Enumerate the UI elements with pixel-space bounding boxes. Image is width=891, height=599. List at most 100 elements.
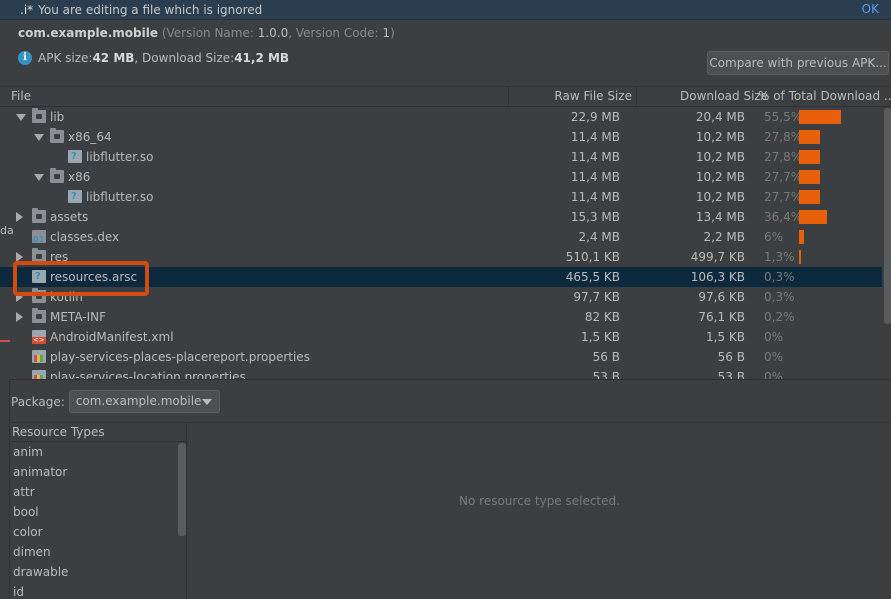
expand-arrow-icon[interactable]: [34, 134, 44, 141]
table-row[interactable]: libflutter.so 11,4 MB 10,2 MB 27,7%: [0, 187, 882, 207]
left-edge-fragment: da: [0, 224, 14, 237]
table-row[interactable]: lib 22,9 MB 20,4 MB 55,5%: [0, 107, 882, 127]
unknown-file-icon: [32, 270, 46, 283]
file-type-label: .i*: [20, 2, 34, 17]
row-raw-size: 15,3 MB: [570, 210, 620, 224]
size-line: i APK size: 42 MB, Download Size: 41,2 M…: [18, 51, 289, 65]
row-percent-bar: [799, 150, 820, 164]
collapse-arrow-icon[interactable]: [16, 312, 23, 322]
panel-divider[interactable]: [10, 379, 891, 380]
row-raw-size: 97,7 KB: [573, 290, 620, 304]
table-row[interactable]: play-services-places-placereport.propert…: [0, 347, 882, 367]
resource-type-item[interactable]: dimen: [10, 542, 186, 562]
table-row[interactable]: x86_64 11,4 MB 10,2 MB 27,8%: [0, 127, 882, 147]
row-download-size: 13,4 MB: [695, 210, 745, 224]
table-row[interactable]: res 510,1 KB 499,7 KB 1,3%: [0, 247, 882, 267]
row-percent-bar: [799, 130, 820, 144]
row-file-name: META-INF: [50, 310, 107, 324]
row-file-name: kotlin: [50, 290, 83, 304]
row-raw-size: 2,4 MB: [578, 230, 620, 244]
row-download-size: 10,2 MB: [695, 150, 745, 164]
package-dropdown[interactable]: com.example.mobile: [68, 390, 220, 413]
row-download-size: 97,6 KB: [698, 290, 745, 304]
row-percent-bar: [799, 250, 801, 264]
resource-type-item[interactable]: animator: [10, 462, 186, 482]
info-icon: i: [18, 51, 32, 65]
left-edge-marker: [0, 340, 10, 342]
row-file-name: AndroidManifest.xml: [50, 330, 174, 344]
row-percent: 1,3%: [764, 250, 795, 264]
table-row[interactable]: x86 11,4 MB 10,2 MB 27,7%: [0, 167, 882, 187]
row-file-name: lib: [50, 110, 65, 124]
folder-icon: [32, 308, 46, 323]
left-gutter: [0, 380, 10, 599]
compare-apk-button[interactable]: Compare with previous APK...: [707, 51, 889, 75]
apk-size: 42 MB: [92, 51, 135, 65]
table-row[interactable]: assets 15,3 MB 13,4 MB 36,4%: [0, 207, 882, 227]
resource-type-item[interactable]: bool: [10, 502, 186, 522]
row-percent: 27,7%: [764, 170, 803, 184]
row-download-size: 76,1 KB: [698, 310, 745, 324]
resource-type-item[interactable]: anim: [10, 442, 186, 462]
expand-arrow-icon[interactable]: [34, 174, 44, 181]
collapse-arrow-icon[interactable]: [16, 212, 23, 222]
column-percent[interactable]: % of Total Download ...: [758, 89, 891, 103]
resource-type-item[interactable]: color: [10, 522, 186, 542]
resource-types-list: Resource Types anim animator attr bool c…: [10, 423, 187, 599]
row-percent-bar: [799, 210, 827, 224]
table-header: File Raw File Size Download Size % of To…: [0, 86, 891, 107]
table-row[interactable]: libflutter.so 11,4 MB 10,2 MB 27,8%: [0, 147, 882, 167]
resource-type-item[interactable]: id: [10, 582, 186, 599]
unknown-file-icon: [68, 190, 82, 203]
row-file-name: libflutter.so: [86, 190, 154, 204]
resource-type-item[interactable]: drawable: [10, 562, 186, 582]
resource-types-header: Resource Types: [10, 423, 186, 442]
row-percent-bar: [799, 170, 820, 184]
tree-scrollbar[interactable]: [884, 108, 891, 324]
table-rows: lib 22,9 MB 20,4 MB 55,5% x86_64 11,4 MB 10,2 …: [0, 107, 891, 380]
package-dropdown-value: com.example.mobile: [75, 394, 202, 408]
folder-icon: [32, 288, 46, 303]
row-raw-size: 465,5 KB: [565, 270, 620, 284]
row-percent: 0,3%: [764, 290, 795, 304]
notification-message: You are editing a file which is ignored: [38, 2, 263, 17]
row-file-name: assets: [50, 210, 89, 224]
row-file-name: resources.arsc: [50, 270, 138, 284]
table-row[interactable]: resources.arsc 465,5 KB 106,3 KB 0,3%: [0, 267, 882, 287]
row-download-size: 1,5 KB: [706, 330, 745, 344]
row-raw-size: 11,4 MB: [570, 130, 620, 144]
row-download-size: 56 B: [717, 350, 745, 364]
expand-arrow-icon[interactable]: [16, 114, 26, 121]
collapse-arrow-icon[interactable]: [16, 252, 23, 262]
apk-file-tree: File Raw File Size Download Size % of To…: [0, 86, 891, 380]
row-percent-bar: [799, 230, 804, 244]
folder-icon: [32, 248, 46, 263]
ignored-file-notification: .i* You are editing a file which is igno…: [0, 0, 891, 20]
table-row[interactable]: AndroidManifest.xml 1,5 KB 1,5 KB 0%: [0, 327, 882, 347]
folder-icon: [32, 108, 46, 123]
row-download-size: 10,2 MB: [695, 130, 745, 144]
download-size: 41,2 MB: [234, 51, 290, 65]
row-file-name: x86: [68, 170, 91, 184]
row-percent: 27,8%: [764, 150, 803, 164]
column-file[interactable]: File: [11, 89, 31, 103]
column-raw-size[interactable]: Raw File Size: [554, 89, 632, 103]
column-download-size[interactable]: Download Size: [680, 89, 768, 103]
collapse-arrow-icon[interactable]: [16, 292, 23, 302]
table-row[interactable]: classes.dex 2,4 MB 2,2 MB 6%: [0, 227, 882, 247]
resource-types-scrollbar[interactable]: [178, 443, 186, 536]
table-row[interactable]: kotlin 97,7 KB 97,6 KB 0,3%: [0, 287, 882, 307]
row-raw-size: 510,1 KB: [565, 250, 620, 264]
row-file-name: classes.dex: [50, 230, 120, 244]
ok-link[interactable]: OK: [862, 2, 879, 16]
xml-file-icon: [32, 330, 46, 344]
row-raw-size: 11,4 MB: [570, 170, 620, 184]
chevron-down-icon: [201, 399, 212, 405]
folder-icon: [32, 208, 46, 223]
resource-type-item[interactable]: attr: [10, 482, 186, 502]
row-percent: 0,3%: [764, 270, 795, 284]
row-percent: 27,8%: [764, 130, 803, 144]
dex-file-icon: [32, 230, 46, 244]
table-row[interactable]: META-INF 82 KB 76,1 KB 0,2%: [0, 307, 882, 327]
row-raw-size: 11,4 MB: [570, 190, 620, 204]
